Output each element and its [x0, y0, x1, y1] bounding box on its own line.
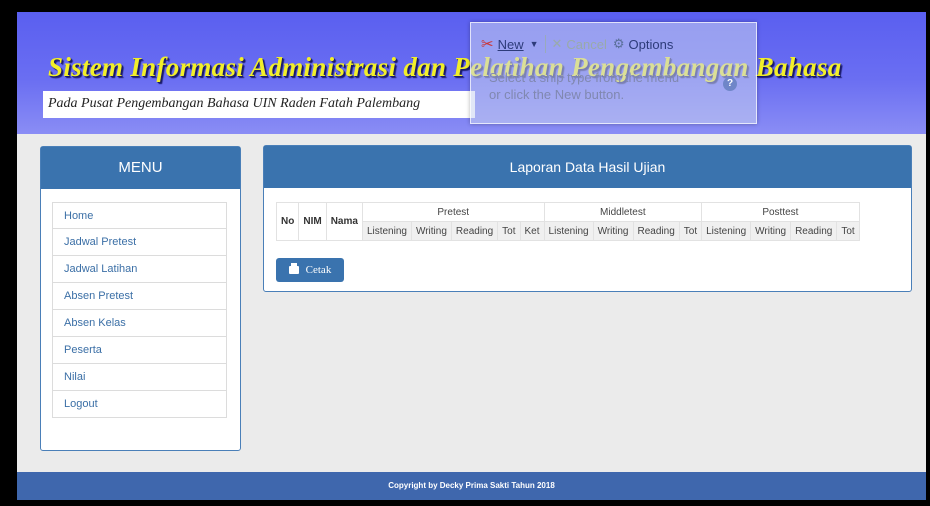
report-title: Laporan Data Hasil Ujian [264, 146, 911, 188]
window-frame-top [0, 0, 930, 12]
report-table: No NIM Nama Pretest Middletest Posttest … [275, 202, 860, 241]
sidebar-item-absen-kelas[interactable]: Absen Kelas [52, 310, 227, 337]
chevron-down-icon[interactable]: ▼ [530, 39, 539, 49]
menu-title: MENU [41, 147, 240, 189]
window-frame-right [926, 0, 930, 506]
col-posttest-tot: Tot [836, 221, 860, 241]
snip-message-line2: or click the New button. [489, 87, 625, 102]
snip-cancel-label: Cancel [566, 36, 607, 52]
col-middletest-writing: Writing [592, 221, 634, 241]
sidebar-item-jadwal-pretest[interactable]: Jadwal Pretest [52, 229, 227, 256]
col-nama-header: Nama [325, 202, 363, 241]
site-subtitle: Pada Pusat Pengembangan Bahasa UIN Raden… [48, 96, 421, 111]
snip-options-label: Options [628, 36, 674, 52]
sidebar-item-home[interactable]: Home [52, 202, 227, 229]
snip-message: Select a snip type from the menu or clic… [489, 69, 679, 103]
sidebar-menu: MENU Home Jadwal Pretest Jadwal Latihan … [40, 146, 241, 451]
print-button[interactable]: Cetak [276, 258, 344, 282]
gear-icon: ⚙ [612, 36, 625, 51]
col-nim-header: NIM [298, 202, 327, 241]
sidebar-item-jadwal-latihan[interactable]: Jadwal Latihan [52, 256, 227, 283]
snip-options-button[interactable]: ⚙ Options [613, 36, 673, 52]
toolbar-separator [544, 35, 546, 53]
col-middletest-reading: Reading [632, 221, 680, 241]
group-pretest-header: Pretest [361, 202, 545, 222]
snip-cancel-button[interactable]: ✕ Cancel [552, 36, 607, 52]
col-middletest-listening: Listening [543, 221, 594, 241]
scissors-icon: ✂ [481, 36, 494, 53]
snipping-toolbar: ✂ New ▼ ✕ Cancel ⚙ Options [481, 35, 673, 53]
snipping-tool-overlay: ✂ New ▼ ✕ Cancel ⚙ Options Select a snip… [470, 22, 757, 124]
printer-icon [288, 263, 299, 274]
menu-list: Home Jadwal Pretest Jadwal Latihan Absen… [52, 202, 227, 418]
report-panel: Laporan Data Hasil Ujian No NIM Nama Pre… [263, 145, 912, 292]
col-posttest-writing: Writing [750, 221, 792, 241]
snip-message-line1: Select a snip type from the menu [489, 70, 680, 85]
col-posttest-reading: Reading [790, 221, 838, 241]
site-footer: Copyright by Decky Prima Sakti Tahun 201… [17, 472, 926, 500]
col-pretest-tot: Tot [497, 221, 521, 241]
snip-new-label: New [497, 36, 524, 52]
window-frame-left [0, 0, 17, 506]
col-pretest-reading: Reading [450, 221, 499, 241]
help-icon[interactable]: ? [723, 77, 737, 91]
col-pretest-listening: Listening [361, 221, 412, 241]
sidebar-item-peserta[interactable]: Peserta [52, 337, 227, 364]
group-posttest-header: Posttest [701, 202, 860, 222]
sidebar-item-logout[interactable]: Logout [52, 391, 227, 418]
col-pretest-ket: Ket [519, 221, 545, 241]
print-button-label: Cetak [305, 264, 332, 276]
sidebar-item-nilai[interactable]: Nilai [52, 364, 227, 391]
snip-new-button[interactable]: ✂ New [481, 35, 524, 53]
sidebar-item-absen-pretest[interactable]: Absen Pretest [52, 283, 227, 310]
col-posttest-listening: Listening [701, 221, 752, 241]
col-pretest-writing: Writing [410, 221, 452, 241]
window-frame-bottom [0, 500, 930, 506]
group-middletest-header: Middletest [543, 202, 703, 222]
col-middletest-tot: Tot [678, 221, 703, 241]
col-no-header: No [275, 202, 300, 241]
cancel-icon: ✕ [551, 36, 563, 51]
